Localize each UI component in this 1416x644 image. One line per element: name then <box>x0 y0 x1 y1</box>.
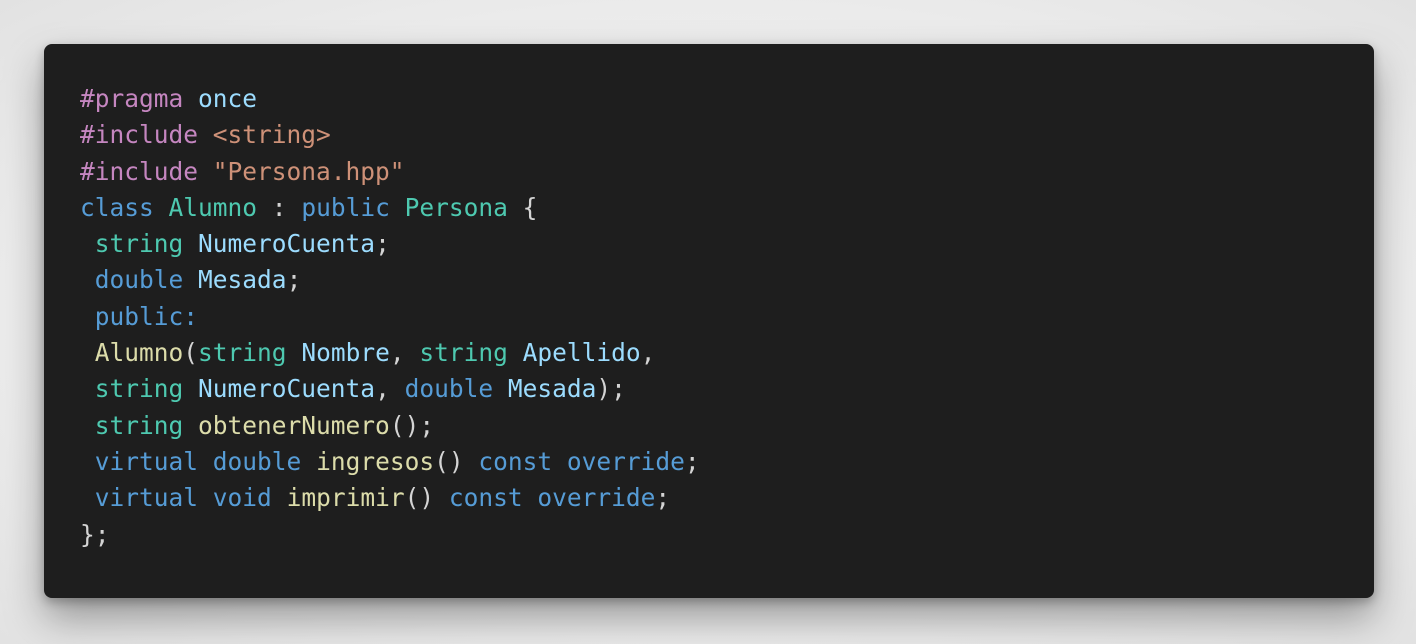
keyword-token: virtual <box>94 446 199 476</box>
keyword-token: class <box>80 192 154 222</box>
punctuation-token <box>183 411 198 440</box>
code-line-13: }; <box>80 517 700 553</box>
punctuation-token <box>493 374 508 403</box>
punctuation-token <box>272 483 287 512</box>
code-block: #pragma once #include <string> #include "P… <box>80 81 700 553</box>
type-name-token: Persona <box>404 192 508 222</box>
punctuation-token <box>198 157 213 186</box>
function-name-token: ingresos <box>316 446 435 476</box>
punctuation-token <box>523 483 538 512</box>
code-line-8: Alumno(string Nombre, string Apellido, <box>80 335 700 371</box>
keyword-token: const <box>478 446 553 476</box>
function-name-token: Alumno <box>94 338 184 368</box>
punctuation-token <box>183 84 198 113</box>
identifier-token: Mesada <box>198 265 287 295</box>
punctuation-token <box>80 447 95 476</box>
identifier-token: NumeroCuenta <box>198 229 376 259</box>
punctuation-token <box>287 338 302 367</box>
punctuation-token: () <box>434 446 479 476</box>
punctuation-token: : <box>257 192 302 222</box>
type-name-token: string <box>419 338 508 368</box>
keyword-token: const <box>448 483 523 513</box>
punctuation-token: ); <box>596 374 626 404</box>
code-line-4: class Alumno : public Persona { <box>80 190 700 226</box>
punctuation-token: ; <box>655 483 671 513</box>
code-snippet-card: #pragma once #include <string> #include "P… <box>44 44 1374 598</box>
punctuation-token <box>80 302 95 331</box>
punctuation-token <box>508 338 523 367</box>
punctuation-token <box>198 483 213 512</box>
keyword-token: override <box>566 446 685 476</box>
preprocessor-directive-token: #include <box>80 120 199 150</box>
punctuation-token: ; <box>684 446 700 476</box>
punctuation-token <box>80 411 95 440</box>
keyword-token: double <box>404 374 494 404</box>
function-name-token: imprimir <box>286 483 405 513</box>
keyword-token: override <box>537 483 656 513</box>
punctuation-token <box>183 265 198 294</box>
function-name-token: obtenerNumero <box>198 410 390 440</box>
punctuation-token <box>80 374 95 403</box>
keyword-token: virtual <box>94 483 199 513</box>
punctuation-token <box>80 483 95 512</box>
punctuation-token <box>80 265 95 294</box>
string-literal-token: "Persona.hpp" <box>212 156 405 186</box>
punctuation-token: () <box>404 483 449 513</box>
string-literal-token: <string> <box>212 120 331 150</box>
keyword-token: public <box>301 192 390 222</box>
punctuation-token: }; <box>80 519 110 549</box>
code-line-1: #pragma once <box>80 81 700 117</box>
punctuation-token <box>80 338 95 367</box>
type-name-token: string <box>94 410 184 440</box>
punctuation-token: ; <box>286 265 302 295</box>
punctuation-token <box>552 447 567 476</box>
keyword-token: void <box>212 483 272 513</box>
identifier-token: Nombre <box>301 338 390 368</box>
code-line-2: #include <string> <box>80 117 700 153</box>
identifier-token: Mesada <box>507 374 597 404</box>
punctuation-token <box>390 193 405 222</box>
punctuation-token <box>183 229 198 258</box>
code-line-5: string NumeroCuenta; <box>80 226 700 262</box>
code-line-9: string NumeroCuenta, double Mesada); <box>80 371 700 407</box>
punctuation-token: , <box>640 338 656 368</box>
punctuation-token: ; <box>375 229 390 259</box>
code-line-10: string obtenerNumero(); <box>80 408 700 444</box>
preprocessor-directive-token: #include <box>80 156 199 186</box>
type-name-token: string <box>94 229 184 259</box>
type-name-token: string <box>198 338 287 368</box>
punctuation-token: , <box>375 374 405 404</box>
punctuation-token <box>198 447 213 476</box>
punctuation-token: ( <box>183 338 199 368</box>
punctuation-token: (); <box>389 410 435 440</box>
preprocessor-directive-token: #pragma <box>80 84 184 113</box>
identifier-token: NumeroCuenta <box>198 374 376 404</box>
punctuation-token: , <box>389 338 420 368</box>
punctuation-token <box>183 374 198 403</box>
punctuation-token <box>154 193 169 222</box>
punctuation-token <box>198 120 213 149</box>
keyword-token: double <box>212 446 302 476</box>
type-name-token: Alumno <box>168 192 258 222</box>
code-line-12: virtual void imprimir() const override; <box>80 480 700 516</box>
keyword-token: public: <box>94 301 199 331</box>
code-line-11: virtual double ingresos() const override… <box>80 444 700 480</box>
code-line-6: double Mesada; <box>80 262 700 298</box>
punctuation-token <box>80 229 95 258</box>
type-name-token: string <box>94 374 184 404</box>
keyword-token: double <box>94 265 184 295</box>
code-line-3: #include "Persona.hpp" <box>80 154 700 190</box>
identifier-token: Apellido <box>522 338 641 368</box>
punctuation-token <box>301 447 316 476</box>
identifier-token: once <box>198 84 258 113</box>
punctuation-token: { <box>507 192 538 222</box>
code-line-7: public: <box>80 299 700 335</box>
